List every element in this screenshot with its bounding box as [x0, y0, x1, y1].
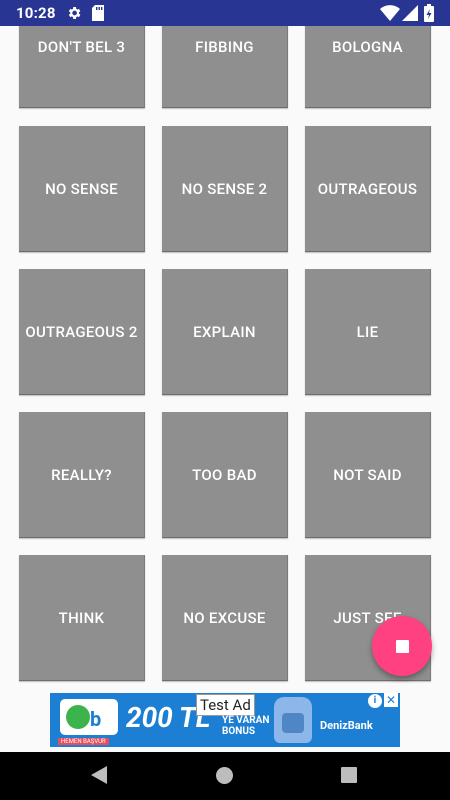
- ad-card-graphic: b: [60, 699, 118, 735]
- ad-label: Test Ad: [196, 694, 255, 716]
- sound-button[interactable]: LIE: [305, 269, 431, 395]
- stop-icon: [395, 639, 409, 653]
- sound-button[interactable]: REALLY?: [19, 412, 145, 538]
- status-bar: 10:28: [0, 0, 450, 26]
- info-icon[interactable]: i: [368, 694, 382, 708]
- sound-button[interactable]: THINK: [19, 555, 145, 681]
- back-icon[interactable]: [91, 766, 107, 784]
- status-time: 10:28: [16, 4, 56, 22]
- sound-button[interactable]: FIBBING: [162, 26, 288, 108]
- ad-apply-text: HEMEN BAŞVUR: [58, 738, 109, 745]
- sound-button[interactable]: NOT SAID: [305, 412, 431, 538]
- sound-button[interactable]: TOO BAD: [162, 412, 288, 538]
- sound-button[interactable]: OUTRAGEOUS: [305, 126, 431, 252]
- sound-button[interactable]: NO EXCUSE: [162, 555, 288, 681]
- sound-grid: DON'T BEL 3 FIBBING BOLOGNA NO SENSE NO …: [0, 26, 450, 688]
- sound-button[interactable]: NO SENSE 2: [162, 126, 288, 252]
- home-icon[interactable]: [216, 767, 233, 784]
- ad-card-letter: b: [90, 707, 102, 731]
- gear-icon: [68, 7, 81, 19]
- ad-subtext: BONUS: [222, 726, 256, 737]
- ad-brand: DenizBank: [320, 719, 373, 732]
- stop-button[interactable]: [372, 616, 432, 676]
- sound-button[interactable]: EXPLAIN: [162, 269, 288, 395]
- backpack-icon: [274, 697, 312, 743]
- signal-icon: [402, 5, 418, 21]
- sound-button[interactable]: NO SENSE: [19, 126, 145, 252]
- navigation-bar: [0, 752, 450, 800]
- wifi-icon: [380, 5, 400, 21]
- ad-subtext: YE VARAN: [222, 715, 270, 726]
- ad-card-circle: [66, 705, 90, 729]
- recents-icon[interactable]: [341, 767, 357, 783]
- sound-button[interactable]: DON'T BEL 3: [19, 26, 145, 108]
- ad-banner[interactable]: b 200 TL Test Ad YE VARAN BONUS HEMEN BA…: [50, 693, 400, 747]
- status-icons: [380, 4, 436, 22]
- sound-button[interactable]: BOLOGNA: [305, 26, 431, 108]
- battery-charging-icon: [424, 4, 434, 22]
- sd-card-icon: [92, 5, 104, 21]
- close-icon[interactable]: ✕: [384, 693, 398, 707]
- sound-button[interactable]: OUTRAGEOUS 2: [19, 269, 145, 395]
